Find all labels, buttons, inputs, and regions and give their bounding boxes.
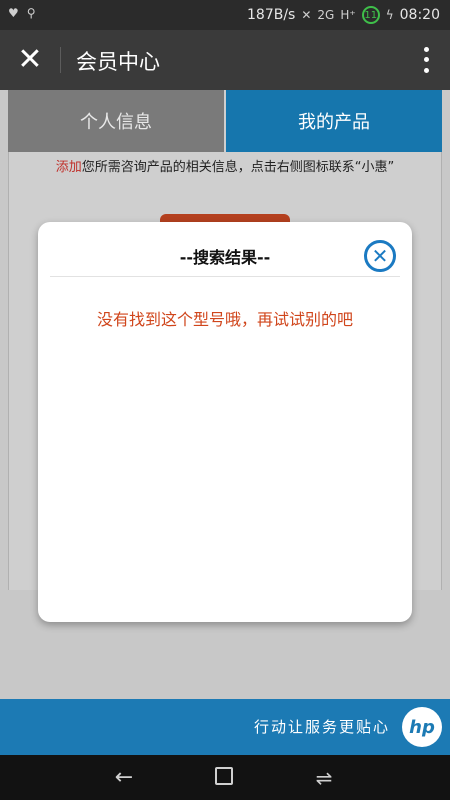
info-text: 您所需咨询产品的相关信息，点击右侧图标联系“小惠”	[81, 160, 395, 175]
signal-h-label: H⁺	[340, 8, 356, 22]
battery-icon: 11	[361, 6, 380, 24]
status-right: 187B/s ✕ 2G H⁺ 11 ϟ 08:20	[247, 6, 440, 24]
net-speed: 187B/s	[247, 7, 296, 23]
info-line: 添加您所需咨询产品的相关信息，点击右侧图标联系“小惠”	[0, 156, 450, 175]
tab-my-products[interactable]: 我的产品	[226, 90, 442, 152]
modal-divider	[50, 276, 400, 277]
clock: 08:20	[399, 7, 440, 23]
footer-banner: 行动让服务更贴心 hp	[0, 699, 450, 755]
modal-title: --搜索结果--	[179, 248, 271, 267]
nav-recent-icon[interactable]: ⇌	[312, 766, 336, 790]
search-result-modal: --搜索结果-- ✕ 没有找到这个型号哦，再试试别的吧	[38, 222, 412, 622]
page-title: 会员中心	[76, 50, 160, 74]
system-nav-bar: ← ⇌	[0, 755, 450, 800]
add-link[interactable]: 添加	[56, 160, 82, 175]
hp-logo[interactable]: hp	[402, 707, 442, 747]
footer-slogan: 行动让服务更贴心	[253, 718, 390, 736]
status-left: ♥ ⚲	[8, 6, 36, 20]
app-bar-divider	[60, 47, 61, 73]
nav-back-icon[interactable]: ←	[112, 765, 136, 790]
modal-message: 没有找到这个型号哦，再试试别的吧	[96, 310, 353, 329]
modal-close-icon[interactable]: ✕	[364, 240, 396, 272]
heart-rate-icon: ♥	[8, 6, 19, 20]
tab-personal-info[interactable]: 个人信息	[8, 90, 224, 152]
usb-icon: ⚲	[26, 6, 36, 20]
more-vertical-icon[interactable]	[420, 44, 432, 76]
signal-2g-label: 2G	[317, 8, 335, 22]
nav-home-icon[interactable]	[215, 767, 233, 785]
mute-icon: ✕	[301, 8, 312, 22]
status-bar: ♥ ⚲ 187B/s ✕ 2G H⁺ 11 ϟ 08:20	[0, 0, 450, 30]
charging-icon: ϟ	[385, 8, 394, 22]
close-icon[interactable]: ✕	[14, 44, 46, 76]
app-bar: ✕ 会员中心	[0, 30, 450, 90]
